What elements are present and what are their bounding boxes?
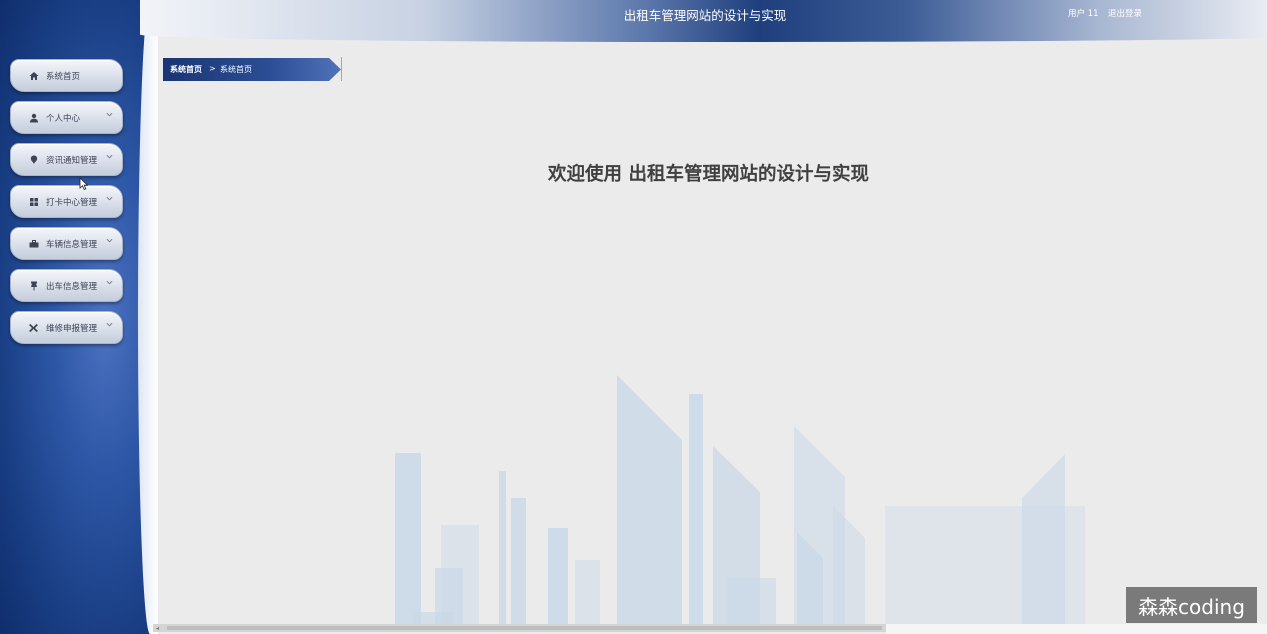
- sidebar-item-label: 维修申报管理: [46, 323, 98, 334]
- chevron-down-icon: [106, 322, 113, 327]
- sidebar-item-label: 个人中心: [46, 113, 81, 124]
- chevron-down-icon: [106, 154, 113, 159]
- sidebar-item-label: 系统首页: [46, 71, 81, 82]
- briefcase-icon: [28, 238, 39, 249]
- scrollbar-thumb[interactable]: [167, 626, 882, 630]
- sidebar-item-label: 打卡中心管理: [46, 197, 98, 208]
- breadcrumb-current: 系统首页: [220, 65, 252, 74]
- sidebar-item-repair[interactable]: 维修申报管理: [10, 311, 123, 344]
- horizontal-scrollbar[interactable]: ◂: [153, 624, 886, 632]
- chevron-down-icon: [106, 280, 113, 285]
- sidebar-item-label: 车辆信息管理: [46, 239, 98, 250]
- chevron-down-icon: [106, 238, 113, 243]
- chevron-down-icon: [106, 196, 113, 201]
- tools-icon: [28, 322, 39, 333]
- thumbtack-icon: [28, 280, 39, 291]
- top-header: 出租车管理网站的设计与实现 用户 11 退出登录: [140, 0, 1267, 42]
- current-user-label: 用户 11: [1068, 9, 1099, 19]
- sidebar-menu: 系统首页 个人中心 资讯通知管理 打卡中心管理 车辆信息管理 出车信息管理 维修…: [10, 59, 123, 353]
- sidebar-item-personal-center[interactable]: 个人中心: [10, 101, 123, 134]
- sidebar-item-checkin[interactable]: 打卡中心管理: [10, 185, 123, 218]
- breadcrumb: 系统首页 > 系统首页: [163, 58, 341, 81]
- user-icon: [28, 112, 39, 123]
- sidebar-item-label: 资讯通知管理: [46, 155, 98, 166]
- sidebar-item-vehicle[interactable]: 车辆信息管理: [10, 227, 123, 260]
- welcome-heading: 欢迎使用 出租车管理网站的设计与实现: [548, 164, 869, 185]
- mouse-cursor-icon: [79, 177, 89, 191]
- logout-link[interactable]: 退出登录: [1108, 7, 1142, 19]
- sidebar-edge: [138, 0, 158, 634]
- breadcrumb-root[interactable]: 系统首页: [170, 64, 202, 75]
- grid-icon: [28, 196, 39, 207]
- sidebar-item-news[interactable]: 资讯通知管理: [10, 143, 123, 176]
- sidebar-item-label: 出车信息管理: [46, 281, 98, 292]
- watermark: 森森coding: [1126, 587, 1257, 623]
- scroll-left-arrow-icon[interactable]: ◂: [156, 625, 159, 632]
- home-icon: [28, 70, 39, 81]
- chevron-down-icon: [106, 112, 113, 117]
- breadcrumb-divider: [341, 57, 342, 81]
- bottom-strip: [886, 624, 1267, 634]
- pin-icon: [28, 154, 39, 165]
- city-skyline-illustration: [395, 375, 1085, 624]
- breadcrumb-separator: >: [209, 64, 216, 73]
- sidebar-item-home[interactable]: 系统首页: [10, 59, 123, 92]
- sidebar-item-dispatch[interactable]: 出车信息管理: [10, 269, 123, 302]
